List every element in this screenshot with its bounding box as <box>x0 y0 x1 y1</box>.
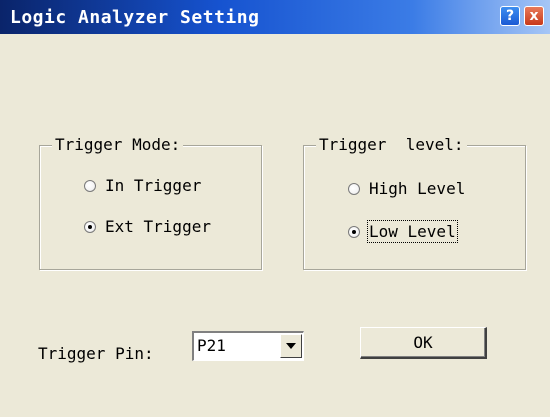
radio-button-in-trigger[interactable] <box>84 179 96 192</box>
trigger-level-group: Trigger level: <box>303 135 526 270</box>
radio-high-level[interactable]: High Level <box>348 179 465 198</box>
radio-label-ext-trigger: Ext Trigger <box>105 217 211 236</box>
logic-analyzer-dialog: Logic Analyzer Setting ? x Trigger Mode:… <box>0 0 550 417</box>
chevron-down-icon[interactable] <box>280 334 302 358</box>
window-title: Logic Analyzer Setting <box>10 7 260 28</box>
trigger-mode-legend: Trigger Mode: <box>52 135 184 154</box>
trigger-pin-value: P21 <box>197 336 226 355</box>
radio-label-in-trigger: In Trigger <box>105 176 202 195</box>
ok-button[interactable]: OK <box>360 327 487 359</box>
radio-button-high-level[interactable] <box>348 182 360 195</box>
radio-ext-trigger[interactable]: Ext Trigger <box>84 217 211 236</box>
trigger-level-legend: Trigger level: <box>316 135 467 154</box>
help-icon: ? <box>505 8 515 24</box>
help-button[interactable]: ? <box>500 6 520 26</box>
close-button[interactable]: x <box>524 6 544 26</box>
trigger-pin-label: Trigger Pin: <box>38 344 154 363</box>
title-bar[interactable]: Logic Analyzer Setting ? x <box>0 0 550 34</box>
radio-in-trigger[interactable]: In Trigger <box>84 176 201 195</box>
ok-button-label: OK <box>413 333 433 352</box>
radio-label-low-level: Low Level <box>367 220 458 243</box>
radio-button-ext-trigger[interactable] <box>84 220 96 233</box>
trigger-mode-group: Trigger Mode: <box>39 135 262 270</box>
radio-label-high-level: High Level <box>369 179 466 198</box>
trigger-pin-select[interactable]: P21 <box>192 331 304 361</box>
close-icon: x <box>529 8 539 24</box>
radio-low-level[interactable]: Low Level <box>348 220 458 243</box>
radio-button-low-level[interactable] <box>348 225 360 238</box>
